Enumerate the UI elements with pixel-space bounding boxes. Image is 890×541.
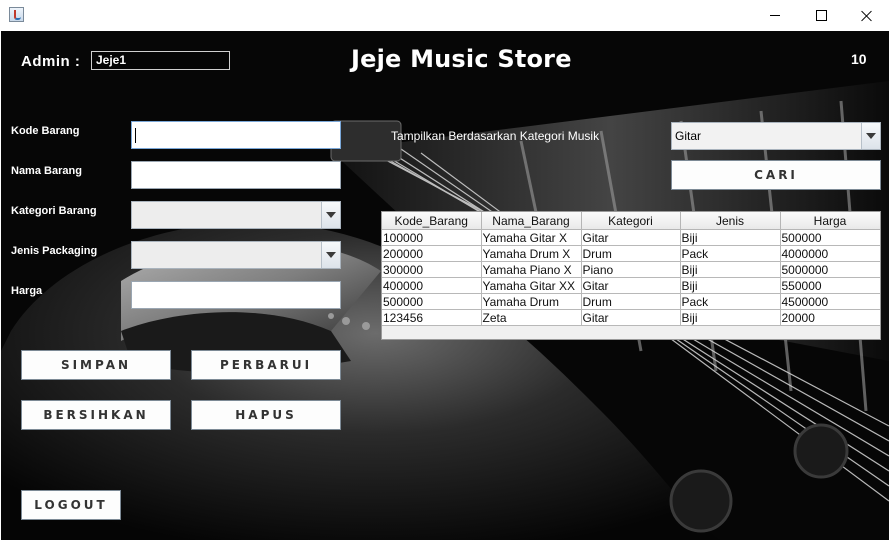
kategori-filter-select[interactable]: Gitar <box>671 122 881 150</box>
java-icon <box>9 7 24 22</box>
minimize-icon <box>770 15 780 16</box>
logout-button[interactable]: LOGOUT <box>21 490 121 520</box>
filter-label: Tampilkan Berdasarkan Kategori Musik <box>391 129 600 143</box>
table-cell[interactable]: Biji <box>680 229 781 246</box>
kode-barang-label: Kode Barang <box>11 125 80 137</box>
kategori-barang-select[interactable] <box>131 201 341 229</box>
table-cell[interactable]: 4500000 <box>780 293 880 310</box>
table-cell[interactable]: 550000 <box>780 277 880 294</box>
maximize-button[interactable] <box>798 0 844 31</box>
perbarui-button[interactable]: PERBARUI <box>191 350 341 380</box>
table-cell[interactable]: 500000 <box>780 229 880 246</box>
jenis-packaging-select[interactable] <box>131 241 341 269</box>
harga-input[interactable] <box>131 281 341 309</box>
column-header[interactable]: Nama_Barang <box>481 212 582 230</box>
column-header[interactable]: Kategori <box>581 212 681 230</box>
close-button[interactable] <box>844 0 890 31</box>
table-cell[interactable]: Gitar <box>581 229 681 246</box>
admin-name-field: Jeje1 <box>91 51 230 70</box>
table-cell[interactable]: 100000 <box>382 229 482 246</box>
table-cell[interactable]: Drum <box>581 293 681 310</box>
table-row[interactable]: 200000 Yamaha Drum X Drum Pack 4000000 <box>382 245 880 262</box>
record-counter: 10 <box>851 51 867 67</box>
kategori-filter-value: Gitar <box>675 129 702 143</box>
hapus-button[interactable]: HAPUS <box>191 400 341 430</box>
chevron-down-icon[interactable] <box>861 123 880 149</box>
table-cell[interactable]: 4000000 <box>780 245 880 262</box>
kategori-barang-label: Kategori Barang <box>11 205 97 217</box>
minimize-button[interactable] <box>752 0 798 31</box>
admin-label: Admin : <box>21 53 81 70</box>
chevron-down-icon[interactable] <box>321 202 340 228</box>
cari-button[interactable]: CARI <box>671 160 881 190</box>
table-row[interactable]: 400000 Yamaha Gitar XX Gitar Biji 550000 <box>382 277 880 294</box>
table-cell[interactable]: Yamaha Gitar XX <box>481 277 582 294</box>
table-cell[interactable]: 200000 <box>382 245 482 262</box>
maximize-icon <box>815 10 827 21</box>
chevron-down-icon[interactable] <box>321 242 340 268</box>
simpan-button[interactable]: SIMPAN <box>21 350 171 380</box>
table-cell[interactable]: 5000000 <box>780 261 880 278</box>
table-cell[interactable]: Piano <box>581 261 681 278</box>
close-icon <box>861 10 873 22</box>
table-row[interactable]: 100000 Yamaha Gitar X Gitar Biji 500000 <box>382 229 880 246</box>
table-cell[interactable]: 400000 <box>382 277 482 294</box>
table-cell[interactable]: 20000 <box>780 309 880 326</box>
harga-label: Harga <box>11 285 43 297</box>
table-row[interactable]: 123456 Zeta Gitar Biji 20000 <box>382 309 880 326</box>
table-header-row: Kode_Barang Nama_Barang Kategori Jenis H… <box>382 212 880 230</box>
table-cell[interactable]: 300000 <box>382 261 482 278</box>
table-cell[interactable]: Gitar <box>581 277 681 294</box>
table-cell[interactable]: Pack <box>680 245 781 262</box>
table-cell[interactable]: Yamaha Drum X <box>481 245 582 262</box>
table-cell[interactable]: Gitar <box>581 309 681 326</box>
main-panel: Admin : Jeje1 Jeje Music Store 10 Kode B… <box>1 31 889 540</box>
table-cell[interactable]: Biji <box>680 261 781 278</box>
table-cell[interactable]: Drum <box>581 245 681 262</box>
page-title: Jeje Music Store <box>351 45 572 73</box>
window-title-bar <box>0 0 890 31</box>
column-header[interactable]: Harga <box>780 212 880 230</box>
column-header[interactable]: Kode_Barang <box>382 212 482 230</box>
table-cell[interactable]: Pack <box>680 293 781 310</box>
table-cell[interactable]: Biji <box>680 277 781 294</box>
bersihkan-button[interactable]: BERSIHKAN <box>21 400 171 430</box>
table-cell[interactable]: 500000 <box>382 293 482 310</box>
table-cell[interactable]: Yamaha Piano X <box>481 261 582 278</box>
table-cell[interactable]: 123456 <box>382 309 482 326</box>
nama-barang-input[interactable] <box>131 161 341 189</box>
column-header[interactable]: Jenis <box>680 212 781 230</box>
table-cell[interactable]: Yamaha Gitar X <box>481 229 582 246</box>
table-row[interactable]: 300000 Yamaha Piano X Piano Biji 5000000 <box>382 261 880 278</box>
table-cell[interactable]: Zeta <box>481 309 582 326</box>
table-cell[interactable]: Biji <box>680 309 781 326</box>
kode-barang-input[interactable] <box>131 121 341 149</box>
jenis-packaging-label: Jenis Packaging <box>11 245 98 257</box>
nama-barang-label: Nama Barang <box>11 165 82 177</box>
table-row[interactable]: 500000 Yamaha Drum Drum Pack 4500000 <box>382 293 880 310</box>
barang-table[interactable]: Kode_Barang Nama_Barang Kategori Jenis H… <box>381 211 881 340</box>
table-cell[interactable]: Yamaha Drum <box>481 293 582 310</box>
